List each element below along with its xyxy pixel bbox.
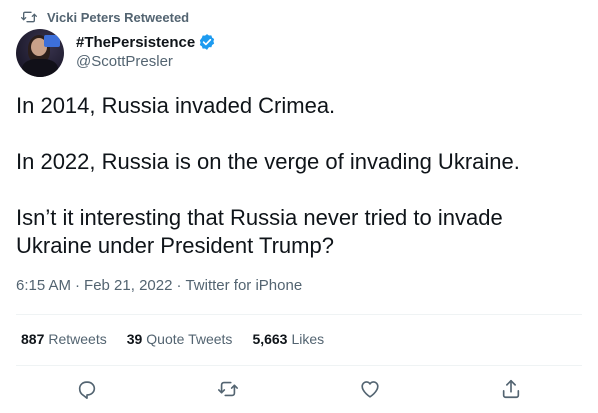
reply-icon (78, 381, 95, 399)
quote-tweets-stat[interactable]: 39 Quote Tweets (127, 331, 233, 347)
tweet-time[interactable]: 6:15 AM (16, 277, 71, 294)
like-button[interactable] (351, 370, 389, 408)
share-button[interactable] (492, 370, 530, 408)
verified-badge-icon (200, 34, 215, 50)
reply-button[interactable] (68, 370, 106, 408)
tweet-paragraph: In 2014, Russia invaded Crimea. (16, 93, 336, 118)
share-icon (503, 379, 520, 399)
retweets-count: 887 (21, 331, 45, 347)
avatar-body (22, 59, 58, 77)
likes-stat[interactable]: 5,663 Likes (252, 331, 324, 347)
meta-separator: · (75, 277, 81, 294)
divider (16, 314, 582, 315)
author-display-name[interactable]: #ThePersistence (76, 34, 195, 51)
tweet-text: In 2014, Russia invaded Crimea. In 2022,… (16, 92, 576, 260)
likes-label: Likes (291, 331, 325, 347)
tweet-paragraph: Isn’t it interesting that Russia never t… (16, 205, 503, 258)
retweet-context-text: Vicki Peters Retweeted (47, 9, 190, 25)
tweet-paragraph: In 2022, Russia is on the verge of invad… (16, 149, 520, 174)
tweet-source[interactable]: Twitter for iPhone (185, 277, 302, 294)
retweet-button[interactable] (209, 370, 247, 408)
avatar-logo (44, 35, 60, 47)
retweet-icon (218, 381, 239, 397)
tweet-date[interactable]: Feb 21, 2022 (84, 277, 172, 294)
retweets-stat[interactable]: 887 Retweets (21, 331, 107, 347)
tweet-meta: 6:15 AM · Feb 21, 2022 · Twitter for iPh… (16, 277, 302, 294)
tweet-stats: 887 Retweets 39 Quote Tweets 5,663 Likes (21, 331, 344, 347)
meta-separator: · (176, 277, 182, 294)
avatar[interactable] (16, 29, 64, 77)
retweet-icon (21, 11, 37, 23)
action-bar (16, 366, 582, 412)
author-handle[interactable]: @ScottPresler (76, 53, 173, 70)
heart-icon (361, 381, 379, 398)
quote-tweets-count: 39 (126, 331, 143, 347)
retweet-context[interactable]: Vicki Peters Retweeted (21, 8, 189, 26)
author-name-row[interactable]: #ThePersistence (76, 33, 216, 51)
retweets-label: Retweets (48, 331, 107, 347)
quote-tweets-label: Quote Tweets (146, 331, 233, 347)
likes-count: 5,663 (252, 331, 288, 347)
